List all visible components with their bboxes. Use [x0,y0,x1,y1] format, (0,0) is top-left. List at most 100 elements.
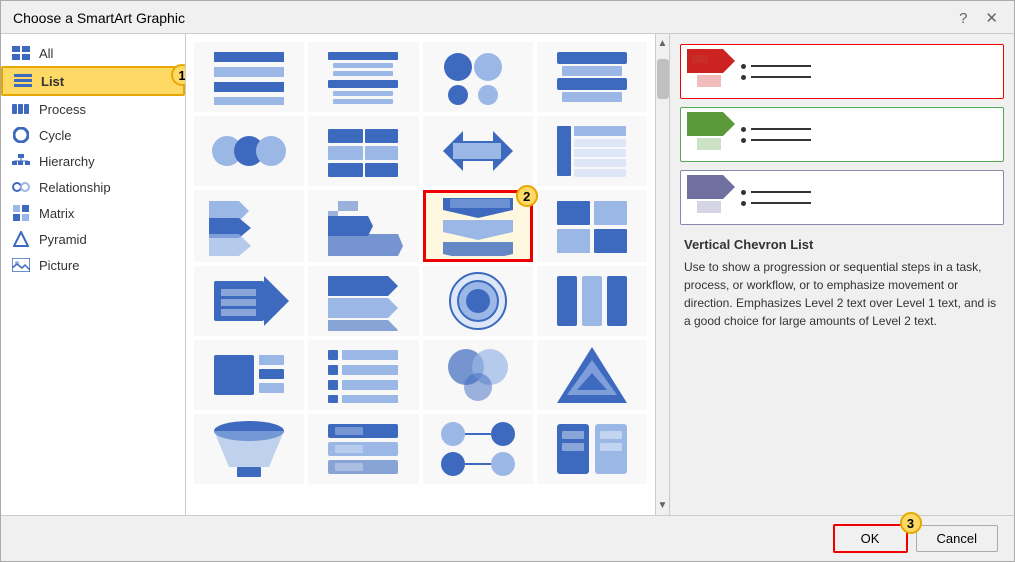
scroll-up-arrow[interactable]: ▲ [654,34,669,53]
cycle-icon [11,127,31,143]
bullet-dot-5 [741,190,746,195]
sidebar-label-matrix: Matrix [39,206,74,221]
preview-purple-line-1 [741,190,997,195]
grid-item-6[interactable] [308,116,418,186]
grid-item-17[interactable] [194,340,304,410]
sidebar-label-all: All [39,46,53,61]
preview-item-purple [680,170,1004,225]
scrollbar[interactable]: ▲ ▼ [655,34,669,515]
preview-red-text [741,64,997,80]
help-button[interactable]: ? [955,10,971,27]
grid-item-8[interactable] [537,116,647,186]
preview-green-line-2 [741,138,997,143]
sidebar-item-hierarchy[interactable]: Hierarchy [1,148,185,174]
sidebar-label-picture: Picture [39,258,79,273]
sidebar-item-all[interactable]: All [1,40,185,66]
list-icon [13,73,33,89]
smartart-title: Vertical Chevron List [684,237,1000,252]
sidebar-item-cycle[interactable]: Cycle [1,122,185,148]
grid-item-9[interactable] [194,190,304,262]
badge-1: 1 [171,64,186,86]
badge-2: 2 [516,185,538,207]
preview-green-text [741,127,997,143]
text-dash-3 [751,128,811,130]
preview-red-line-2 [741,75,997,80]
grid-item-19[interactable] [423,340,533,410]
scroll-thumb[interactable] [657,59,669,99]
grid-item-12[interactable] [537,190,647,262]
badge-3: 3 [900,512,922,534]
hierarchy-icon [11,153,31,169]
sidebar-label-hierarchy: Hierarchy [39,154,95,169]
chevron-green [687,112,735,157]
description-area: Vertical Chevron List Use to show a prog… [680,233,1004,505]
grid-item-1[interactable] [194,42,304,112]
grid-item-4[interactable] [537,42,647,112]
grid-icon [11,45,31,61]
preview-purple-line-2 [741,201,997,206]
chevron-red [687,49,735,94]
picture-icon [11,257,31,273]
text-dash-4 [751,139,811,141]
sidebar-item-process[interactable]: Process [1,96,185,122]
sidebar-label-relationship: Relationship [39,180,111,195]
grid-item-10[interactable] [308,190,418,262]
content-wrapper: 2 [186,34,669,515]
preview-red-line-1 [741,64,997,69]
grid-item-7[interactable] [423,116,533,186]
sidebar-label-pyramid: Pyramid [39,232,87,247]
grid-item-22[interactable] [308,414,418,484]
preview-item-green [680,107,1004,162]
content-area: 2 [186,34,655,515]
text-dash-5 [751,191,811,193]
sidebar: All List 1 [1,34,186,515]
preview-purple-text [741,190,997,206]
grid-item-13[interactable] [194,266,304,336]
text-dash-6 [751,202,811,204]
choose-smartart-dialog: Choose a SmartArt Graphic ? ✕ All [0,0,1015,562]
grid-item-14[interactable] [308,266,418,336]
grid-item-24[interactable] [537,414,647,484]
matrix-icon [11,205,31,221]
scroll-down-arrow[interactable]: ▼ [654,496,669,515]
cancel-button[interactable]: Cancel [916,525,998,552]
sidebar-item-list[interactable]: List 1 [1,66,185,96]
bullet-dot-4 [741,138,746,143]
grid-item-21[interactable] [194,414,304,484]
grid-item-16[interactable] [537,266,647,336]
close-button[interactable]: ✕ [981,9,1002,27]
dialog-body: All List 1 [1,34,1014,515]
grid-item-3[interactable] [423,42,533,112]
text-dash-2 [751,76,811,78]
sidebar-item-pyramid[interactable]: Pyramid [1,226,185,252]
ok-button[interactable]: OK [833,524,908,553]
grid-item-5[interactable] [194,116,304,186]
sidebar-item-matrix[interactable]: Matrix [1,200,185,226]
bullet-dot-2 [741,75,746,80]
grid-item-11[interactable]: 2 [423,190,533,262]
chevron-purple [687,175,735,220]
grid-item-23[interactable] [423,414,533,484]
bottom-bar: OK 3 Cancel [1,515,1014,561]
process-icon [11,101,31,117]
title-bar: Choose a SmartArt Graphic ? ✕ [1,1,1014,34]
dialog-title: Choose a SmartArt Graphic [13,10,185,26]
grid-item-15[interactable] [423,266,533,336]
sidebar-label-cycle: Cycle [39,128,72,143]
sidebar-item-picture[interactable]: Picture [1,252,185,278]
relationship-icon [11,179,31,195]
smartart-grid[interactable]: 2 [186,34,655,515]
grid-item-18[interactable] [308,340,418,410]
grid-item-20[interactable] [537,340,647,410]
bullet-dot-6 [741,201,746,206]
sidebar-label-list: List [41,74,64,89]
pyramid-icon [11,231,31,247]
bullet-dot-1 [741,64,746,69]
right-panel: Vertical Chevron List Use to show a prog… [669,34,1014,515]
preview-item-red [680,44,1004,99]
grid-item-2[interactable] [308,42,418,112]
bullet-dot-3 [741,127,746,132]
sidebar-item-relationship[interactable]: Relationship [1,174,185,200]
smartart-description: Use to show a progression or sequential … [684,258,1000,330]
preview-green-line-1 [741,127,997,132]
